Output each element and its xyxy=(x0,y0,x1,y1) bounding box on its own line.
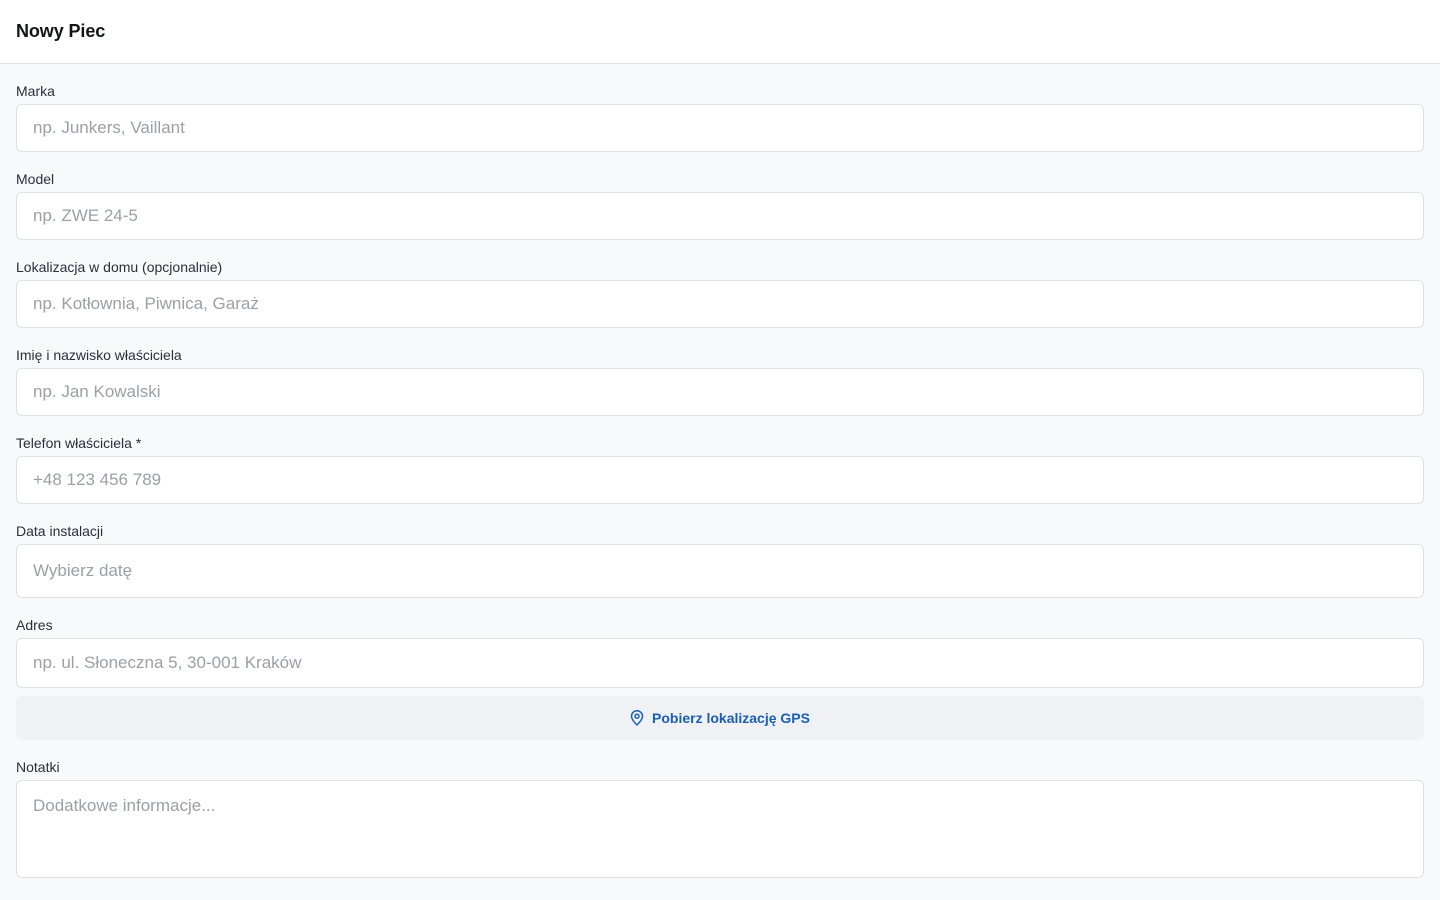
install-date-picker[interactable] xyxy=(16,544,1424,598)
brand-label: Marka xyxy=(16,83,55,99)
owner-phone-input[interactable] xyxy=(16,456,1424,504)
address-label: Adres xyxy=(16,617,53,633)
owner-name-input[interactable] xyxy=(16,368,1424,416)
brand-input[interactable] xyxy=(16,104,1424,152)
notes-textarea[interactable] xyxy=(16,780,1424,878)
notes-label: Notatki xyxy=(16,759,60,775)
model-label: Model xyxy=(16,171,55,187)
map-pin-icon xyxy=(630,710,644,726)
home-location-input[interactable] xyxy=(16,280,1424,328)
model-input[interactable] xyxy=(16,192,1424,240)
home-location-label: Lokalizacja w domu (opcjonalnie) xyxy=(16,259,223,275)
top-bar: Nowy Piec xyxy=(0,0,1440,64)
gps-button-label: Pobierz lokalizację GPS xyxy=(652,710,810,726)
address-input[interactable] xyxy=(16,638,1424,688)
owner-phone-label: Telefon właściciela * xyxy=(16,435,142,451)
install-date-label: Data instalacji xyxy=(16,523,104,539)
get-gps-location-button[interactable]: Pobierz lokalizację GPS xyxy=(16,696,1424,740)
owner-name-label: Imię i nazwisko właściciela xyxy=(16,347,182,363)
page-title: Nowy Piec xyxy=(16,21,106,41)
